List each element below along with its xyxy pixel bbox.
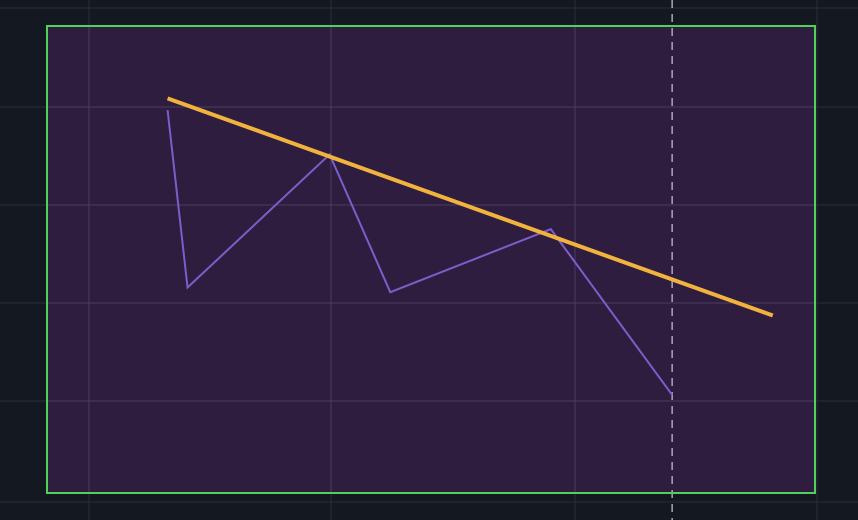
chart-container — [0, 0, 858, 520]
chart-svg — [0, 0, 858, 520]
plot-area — [47, 26, 815, 493]
